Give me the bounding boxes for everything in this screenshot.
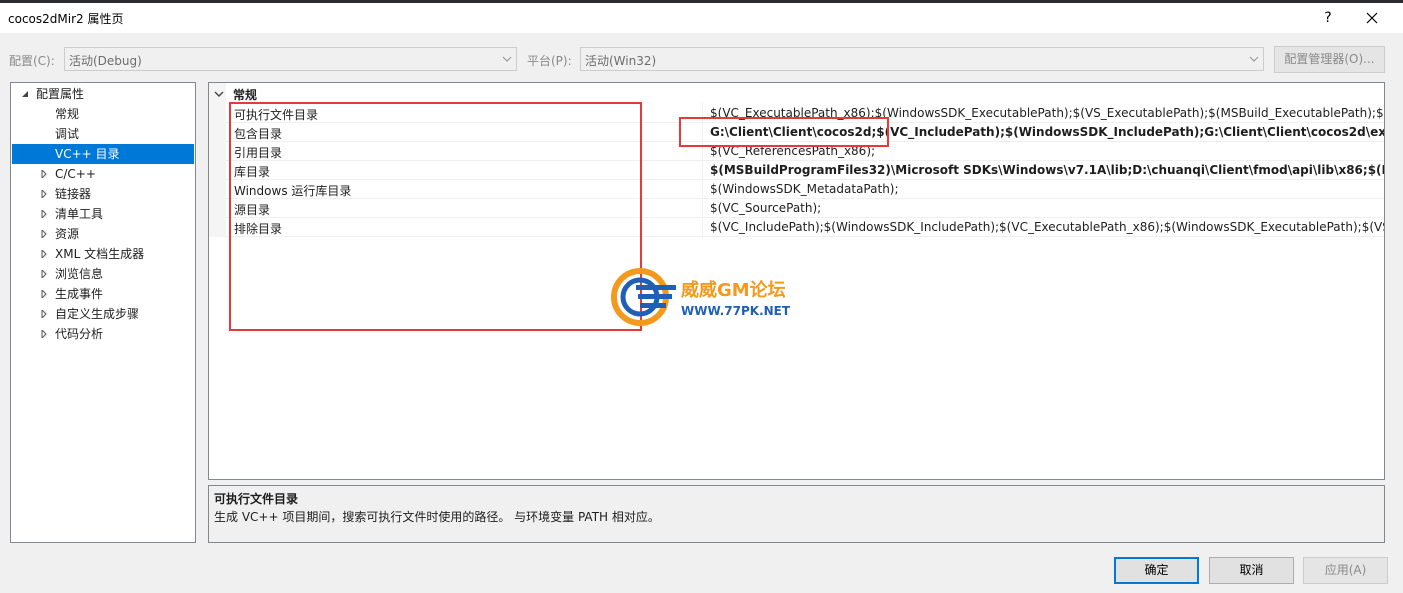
category-label: 常规 [233, 88, 258, 102]
config-label: 配置(C): [9, 54, 55, 68]
chevron-down-icon [502, 56, 512, 62]
annotation-box-include [679, 117, 889, 147]
collapsed-arrow-icon [41, 190, 47, 198]
property-value[interactable]: $(VC_SourcePath); [710, 201, 1384, 215]
tree-item-c-cpp[interactable]: C/C++ [12, 164, 194, 184]
collapsed-arrow-icon [41, 310, 47, 318]
close-icon [1366, 12, 1378, 24]
tree-item-label: 清单工具 [55, 207, 104, 221]
watermark-logo-icon [611, 268, 676, 326]
ok-button[interactable]: 确定 [1114, 557, 1199, 584]
tree-root[interactable]: 配置属性 [12, 84, 194, 104]
tree-item-label: 自定义生成步骤 [55, 307, 140, 321]
collapsed-arrow-icon [41, 290, 47, 298]
description-panel: 可执行文件目录 生成 VC++ 项目期间，搜索可执行文件时使用的路径。 与环境变… [208, 485, 1385, 543]
title-bar: cocos2dMir2 属性页 ? [0, 3, 1403, 33]
chevron-down-icon [214, 91, 224, 97]
tree-item-label: XML 文档生成器 [55, 247, 145, 261]
tree-item-manifest-tool[interactable]: 清单工具 [12, 204, 194, 224]
tree-item-vc-directories[interactable]: VC++ 目录 [12, 144, 194, 164]
collapsed-arrow-icon [41, 270, 47, 278]
cancel-button[interactable]: 取消 [1209, 557, 1294, 584]
tree-item-label: 常规 [55, 107, 80, 121]
collapsed-arrow-icon [41, 230, 47, 238]
tree-item-code-analysis[interactable]: 代码分析 [12, 324, 194, 344]
platform-select[interactable]: 活动(Win32) [580, 47, 1264, 71]
property-value[interactable]: $(WindowsSDK_MetadataPath); [710, 182, 1384, 196]
collapsed-arrow-icon [41, 170, 47, 178]
tree-root-label: 配置属性 [36, 87, 85, 101]
tree-item-label: 调试 [55, 127, 80, 141]
help-button[interactable]: ? [1316, 6, 1340, 30]
window-title: cocos2dMir2 属性页 [8, 12, 124, 26]
tree-item-linker[interactable]: 链接器 [12, 184, 194, 204]
property-value[interactable]: $(VC_IncludePath);$(WindowsSDK_IncludePa… [710, 220, 1384, 234]
description-title: 可执行文件目录 [214, 492, 299, 506]
tree-item-label: 浏览信息 [55, 267, 104, 281]
annotation-box-names [229, 102, 642, 331]
config-manager-button[interactable]: 配置管理器(O)... [1274, 46, 1385, 73]
tree-item-browse-info[interactable]: 浏览信息 [12, 264, 194, 284]
tree-item-label: 生成事件 [55, 287, 104, 301]
tree-item-general[interactable]: 常规 [12, 104, 194, 124]
expanded-arrow-icon [22, 91, 28, 97]
tree-item-label: C/C++ [55, 167, 96, 181]
tree-item-label: 代码分析 [55, 327, 104, 341]
collapsed-arrow-icon [41, 210, 47, 218]
tree-item-debugging[interactable]: 调试 [12, 124, 194, 144]
watermark-title: 威威GM论坛 [681, 280, 786, 301]
tree-item-label: 链接器 [55, 187, 92, 201]
tree-item-label: 资源 [55, 227, 80, 241]
tree-item-xml-doc-generator[interactable]: XML 文档生成器 [12, 244, 194, 264]
description-text: 生成 VC++ 项目期间，搜索可执行文件时使用的路径。 与环境变量 PATH 相… [214, 510, 660, 524]
tree-item-label: VC++ 目录 [55, 147, 120, 161]
tree-item-custom-build-step[interactable]: 自定义生成步骤 [12, 304, 194, 324]
watermark-url: WWW.77PK.NET [681, 304, 791, 318]
chevron-down-icon [1249, 56, 1259, 62]
platform-label: 平台(P): [527, 54, 572, 68]
config-value: 活动(Debug) [69, 54, 142, 68]
close-button[interactable] [1360, 6, 1384, 30]
property-value[interactable]: $(MSBuildProgramFiles32)\Microsoft SDKs\… [710, 163, 1384, 177]
tree-item-resources[interactable]: 资源 [12, 224, 194, 244]
grid-gutter [209, 83, 226, 237]
property-tree: 配置属性 常规 调试 VC++ 目录 C/C++ 链接器 清单工具 资源 XML… [10, 82, 196, 543]
apply-button[interactable]: 应用(A) [1303, 557, 1388, 584]
category-header[interactable]: 常规 [209, 85, 1384, 103]
tree-item-build-events[interactable]: 生成事件 [12, 284, 194, 304]
platform-value: 活动(Win32) [585, 54, 657, 68]
collapsed-arrow-icon [41, 250, 47, 258]
config-select[interactable]: 活动(Debug) [64, 47, 517, 71]
collapsed-arrow-icon [41, 330, 47, 338]
